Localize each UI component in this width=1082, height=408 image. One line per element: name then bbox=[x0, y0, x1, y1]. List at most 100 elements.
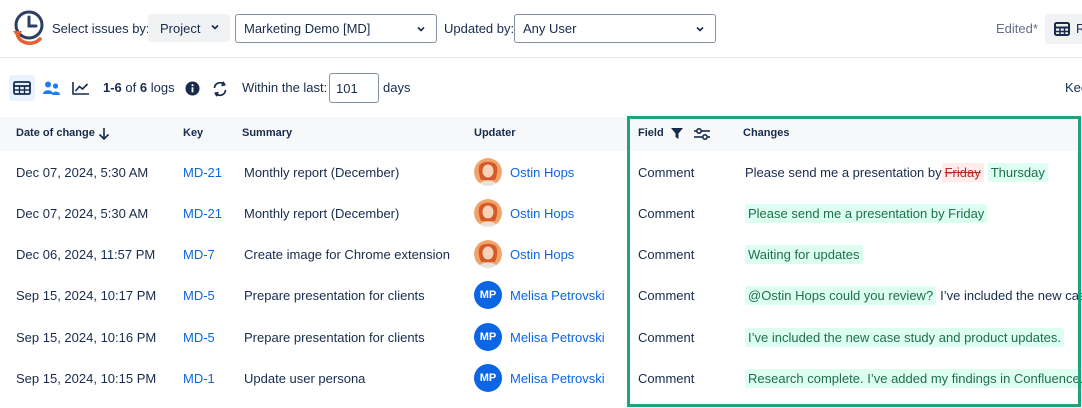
changes-cell: Research complete. I’ve added my finding… bbox=[745, 369, 1082, 388]
column-header-changes: Changes bbox=[743, 127, 790, 139]
date-cell: Dec 06, 2024, 11:57 PM bbox=[16, 247, 156, 262]
column-header-field[interactable]: Field bbox=[638, 127, 664, 139]
issue-key-link[interactable]: MD-1 bbox=[183, 371, 215, 386]
change-unchanged-text: I’ve included the new case bbox=[940, 288, 1082, 303]
field-cell: Comment bbox=[638, 165, 695, 180]
updater-cell[interactable]: Ostin Hops bbox=[474, 240, 574, 268]
date-cell: Sep 15, 2024, 10:17 PM bbox=[16, 288, 157, 303]
project-mode-label: Project bbox=[160, 20, 201, 36]
edited-status: Edited* bbox=[996, 21, 1038, 36]
chevron-down-icon bbox=[211, 24, 219, 30]
changes-cell: Waiting for updates bbox=[745, 245, 863, 264]
change-added-text: Please send me a presentation by Friday bbox=[745, 204, 988, 223]
report-view-button[interactable]: R bbox=[1045, 14, 1082, 44]
settings-sliders-icon[interactable] bbox=[693, 127, 711, 141]
table-view-button[interactable] bbox=[9, 75, 35, 101]
summary-cell: Update user persona bbox=[244, 371, 366, 386]
user-photo-icon bbox=[474, 240, 502, 268]
filter-icon[interactable] bbox=[670, 127, 684, 140]
column-header-updater[interactable]: Updater bbox=[474, 127, 516, 139]
project-select-value: Marketing Demo [MD] bbox=[244, 21, 371, 36]
change-added-text: Thursday bbox=[987, 163, 1048, 182]
log-toolbar: 1-6 of 6 logs Within the last: days Kee bbox=[0, 70, 1082, 106]
days-input[interactable] bbox=[329, 73, 379, 103]
top-bar: Select issues by: Project Marketing Demo… bbox=[0, 0, 1082, 58]
updated-by-select-value: Any User bbox=[523, 21, 577, 36]
select-issues-label: Select issues by: bbox=[52, 21, 150, 36]
report-view-label: R bbox=[1076, 21, 1082, 36]
change-added-text: @Ostin Hops could you review? bbox=[745, 286, 937, 305]
field-cell: Comment bbox=[638, 247, 695, 262]
within-last-label: Within the last: bbox=[242, 80, 328, 95]
avatar: MP bbox=[474, 323, 502, 351]
date-cell: Dec 07, 2024, 5:30 AM bbox=[16, 206, 149, 221]
users-icon bbox=[43, 81, 60, 95]
updated-by-select[interactable]: Any User bbox=[514, 14, 716, 43]
table-row: Sep 15, 2024, 10:17 PM MD-5 Prepare pres… bbox=[0, 275, 1082, 316]
change-added-text: Research complete. I’ve added my finding… bbox=[745, 369, 1082, 388]
updater-name-link[interactable]: Melisa Petrovski bbox=[510, 371, 605, 386]
avatar: MP bbox=[474, 281, 502, 309]
updater-name-link[interactable]: Ostin Hops bbox=[510, 206, 574, 221]
table-row: Dec 07, 2024, 5:30 AM MD-21 Monthly repo… bbox=[0, 193, 1082, 234]
table-icon bbox=[13, 81, 31, 95]
log-count: 1-6 of 6 logs bbox=[103, 80, 175, 95]
group-by-user-button[interactable] bbox=[39, 75, 65, 101]
updater-name-link[interactable]: Ostin Hops bbox=[510, 247, 574, 262]
table-row: Dec 06, 2024, 11:57 PM MD-7 Create image… bbox=[0, 234, 1082, 275]
issue-key-link[interactable]: MD-21 bbox=[183, 165, 222, 180]
table-row: Dec 07, 2024, 5:30 AM MD-21 Monthly repo… bbox=[0, 152, 1082, 193]
column-header-summary[interactable]: Summary bbox=[242, 127, 292, 139]
column-header-date[interactable]: Date of change bbox=[16, 127, 95, 139]
updated-by-label: Updated by: bbox=[444, 21, 515, 36]
summary-cell: Prepare presentation for clients bbox=[244, 330, 425, 345]
field-cell: Comment bbox=[638, 330, 695, 345]
avatar: MP bbox=[474, 364, 502, 392]
issue-key-link[interactable]: MD-21 bbox=[183, 206, 222, 221]
truncated-toolbar-label[interactable]: Kee bbox=[1065, 80, 1082, 95]
updater-cell[interactable]: MP Melisa Petrovski bbox=[474, 364, 605, 392]
changes-cell: Please send me a presentation by Friday bbox=[745, 204, 988, 223]
summary-cell: Prepare presentation for clients bbox=[244, 288, 425, 303]
refresh-icon[interactable] bbox=[211, 80, 229, 98]
summary-cell: Create image for Chrome extension bbox=[244, 247, 450, 262]
updater-cell[interactable]: Ostin Hops bbox=[474, 158, 574, 186]
avatar bbox=[474, 158, 502, 186]
sort-descending-icon[interactable] bbox=[98, 127, 110, 141]
log-count-suffix: logs bbox=[150, 80, 175, 95]
field-cell: Comment bbox=[638, 371, 695, 386]
summary-cell: Monthly report (December) bbox=[244, 165, 400, 180]
avatar bbox=[474, 199, 502, 227]
issue-key-link[interactable]: MD-5 bbox=[183, 330, 215, 345]
updater-name-link[interactable]: Melisa Petrovski bbox=[510, 288, 605, 303]
chart-view-button[interactable] bbox=[68, 75, 94, 101]
updater-name-link[interactable]: Ostin Hops bbox=[510, 165, 574, 180]
column-header-key[interactable]: Key bbox=[183, 127, 203, 139]
chevron-down-icon bbox=[417, 26, 425, 32]
field-cell: Comment bbox=[638, 288, 695, 303]
user-photo-icon bbox=[474, 158, 502, 186]
changes-cell: Please send me a presentation by Friday … bbox=[745, 163, 1048, 182]
updater-cell[interactable]: MP Melisa Petrovski bbox=[474, 323, 605, 351]
updater-cell[interactable]: MP Melisa Petrovski bbox=[474, 281, 605, 309]
days-label: days bbox=[383, 80, 411, 95]
date-cell: Dec 07, 2024, 5:30 AM bbox=[16, 165, 149, 180]
table-row: Sep 15, 2024, 10:16 PM MD-5 Prepare pres… bbox=[0, 317, 1082, 358]
updater-name-link[interactable]: Melisa Petrovski bbox=[510, 330, 605, 345]
change-added-text: Waiting for updates bbox=[745, 245, 863, 264]
history-logo-icon bbox=[13, 10, 44, 45]
log-count-total: 6 bbox=[139, 80, 148, 95]
date-cell: Sep 15, 2024, 10:15 PM bbox=[16, 371, 157, 386]
info-icon[interactable] bbox=[185, 81, 200, 96]
updater-cell[interactable]: Ostin Hops bbox=[474, 199, 574, 227]
log-count-of: of bbox=[125, 80, 137, 95]
avatar bbox=[474, 240, 502, 268]
issue-key-link[interactable]: MD-5 bbox=[183, 288, 215, 303]
change-removed-text: Friday bbox=[941, 163, 984, 182]
table-icon bbox=[1054, 22, 1070, 36]
change-added-text: I’ve included the new case study and pro… bbox=[745, 328, 1064, 347]
changes-cell: I’ve included the new case study and pro… bbox=[745, 328, 1064, 347]
issue-key-link[interactable]: MD-7 bbox=[183, 247, 215, 262]
project-mode-button[interactable]: Project bbox=[148, 14, 230, 42]
project-select[interactable]: Marketing Demo [MD] bbox=[235, 14, 437, 43]
